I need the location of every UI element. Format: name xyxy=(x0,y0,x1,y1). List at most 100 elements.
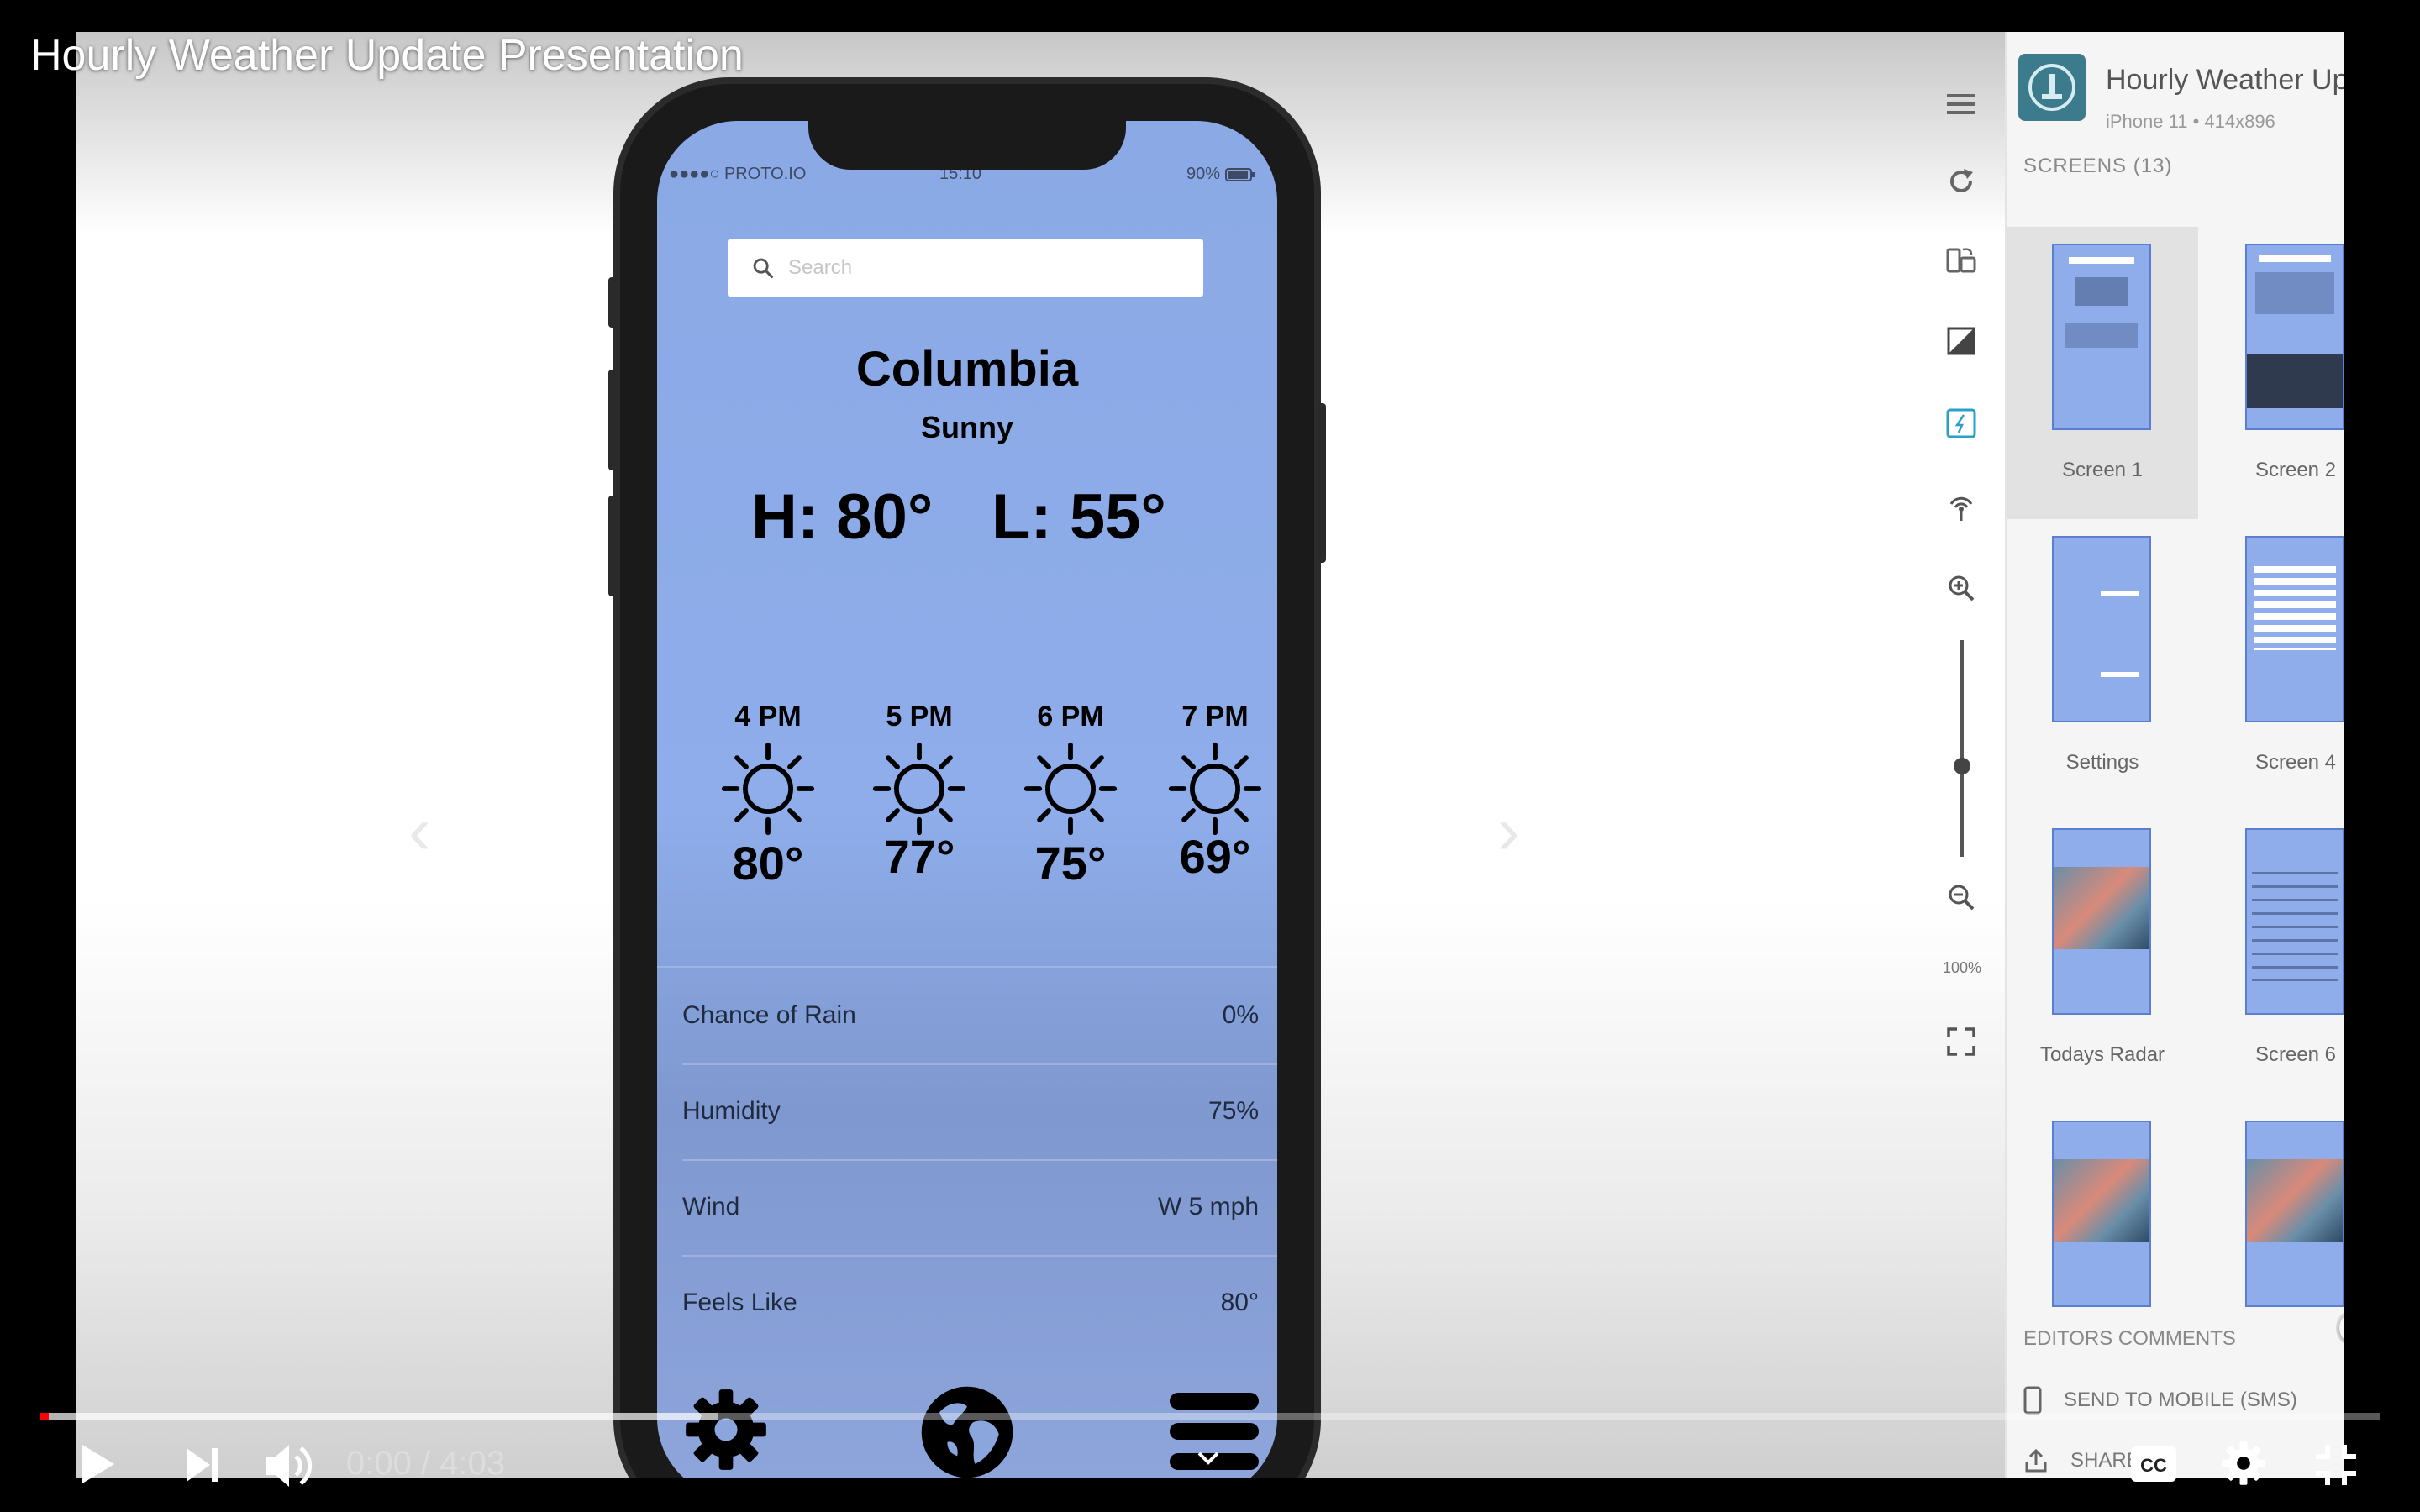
fullscreen-icon[interactable] xyxy=(1939,1020,1983,1063)
share-button[interactable]: SHARE xyxy=(2023,1448,2140,1473)
time-current: 0:00 xyxy=(346,1445,412,1482)
refresh-icon[interactable] xyxy=(1939,160,1983,203)
hour-time: 6 PM xyxy=(1037,701,1104,732)
search-icon xyxy=(753,258,774,279)
chevron-down-icon[interactable] xyxy=(1197,1450,1220,1467)
time-total: 4:03 xyxy=(439,1445,506,1482)
high-temp: H: 80° xyxy=(751,481,934,553)
svg-text:CC: CC xyxy=(2140,1455,2167,1476)
phone-icon xyxy=(2023,1386,2042,1415)
video-stage[interactable]: ‹ › ●●●●○ PROTO.IO 15:10 90% Search Colu… xyxy=(76,32,2344,1478)
phone-frame: ●●●●○ PROTO.IO 15:10 90% Search Columbia… xyxy=(608,84,1326,1478)
screen-label: Todays Radar xyxy=(2039,1043,2165,1066)
thumbnail-image xyxy=(2245,1121,2344,1307)
hour-time: 7 PM xyxy=(1181,701,1249,732)
thumbnail-image xyxy=(2245,244,2344,430)
screen-thumbnail[interactable]: Todays Radar xyxy=(2007,811,2198,1104)
screen-label: Screen 2 xyxy=(2254,459,2337,481)
hourly-forecast-item: 7 PM 69° xyxy=(1156,701,1274,884)
zoom-out-icon[interactable] xyxy=(1939,875,1983,919)
hour-time: 4 PM xyxy=(734,701,802,732)
toggle-knob xyxy=(2339,1312,2344,1344)
hour-temp: 75° xyxy=(1034,837,1107,890)
time-separator: / xyxy=(420,1445,431,1482)
editors-comments-toggle[interactable] xyxy=(2336,1309,2344,1347)
detail-label: Chance of Rain xyxy=(682,1001,856,1029)
detail-label: Feels Like xyxy=(682,1289,797,1316)
next-icon[interactable] xyxy=(185,1446,220,1483)
thumbnail-image xyxy=(2052,828,2151,1015)
play-icon[interactable] xyxy=(79,1441,118,1487)
video-progress-bar[interactable] xyxy=(40,1413,2380,1420)
zoom-level: 100% xyxy=(1942,959,1982,976)
exit-fullscreen-icon[interactable] xyxy=(2314,1443,2358,1487)
editors-comments-label: EDITORS COMMENTS xyxy=(2023,1327,2236,1350)
battery-percent: 90% xyxy=(1186,165,1221,183)
sun-icon xyxy=(1168,742,1262,836)
thumbnail-image xyxy=(2245,828,2344,1015)
phone-notch xyxy=(808,121,1126,170)
next-arrow-icon[interactable]: › xyxy=(1497,792,1520,869)
time-display: 0:00 / 4:03 xyxy=(346,1445,505,1483)
menu-icon[interactable] xyxy=(1939,82,1983,126)
battery-icon xyxy=(1225,167,1255,181)
screen-thumbnail[interactable]: Screen 4 xyxy=(2200,519,2344,811)
low-temp: L: 55° xyxy=(992,481,1166,553)
zoom-in-icon[interactable] xyxy=(1939,566,1983,610)
detail-row-humidity: Humidity 75% xyxy=(657,1063,1277,1159)
screen-thumbnail[interactable]: Screen 2 xyxy=(2200,227,2344,519)
rotate-device-icon[interactable] xyxy=(1939,237,1983,281)
detail-value: 80° xyxy=(1220,1289,1259,1316)
detail-label: Humidity xyxy=(682,1097,781,1125)
screen-thumbnail[interactable]: Screen 6 xyxy=(2200,811,2344,1104)
phone-tab-bar xyxy=(657,1371,1277,1478)
antenna-icon[interactable] xyxy=(1939,486,1983,529)
hourly-forecast-item: 4 PM 80° xyxy=(709,701,827,890)
project-app-icon xyxy=(2018,54,2086,121)
video-title: Hourly Weather Update Presentation xyxy=(30,31,744,80)
detail-value: 75% xyxy=(1207,1097,1259,1125)
detail-row-rain: Chance of Rain 0% xyxy=(657,968,1277,1063)
screen-label: Settings xyxy=(2065,751,2139,774)
hourly-forecast-item: 6 PM 75° xyxy=(1012,701,1129,890)
sun-icon xyxy=(721,742,815,836)
screen-thumbnail[interactable] xyxy=(2007,1104,2198,1314)
weather-condition: Sunny xyxy=(920,410,1013,444)
zoom-slider-track[interactable] xyxy=(1960,640,1964,857)
thumbnail-image xyxy=(2052,244,2151,430)
volume-icon[interactable] xyxy=(264,1441,316,1490)
buffered-bar xyxy=(40,1413,719,1420)
cc-icon[interactable]: CC xyxy=(2129,1445,2178,1483)
search-placeholder: Search xyxy=(788,256,853,279)
gear-icon[interactable] xyxy=(682,1386,770,1473)
screens-grid: Screen 1 Screen 2 Settings Screen 4 Toda… xyxy=(2007,197,2344,1314)
status-carrier: ●●●●○ PROTO.IO xyxy=(669,165,807,183)
prev-arrow-icon[interactable]: ‹ xyxy=(408,792,431,869)
screen-thumbnail[interactable]: Settings xyxy=(2007,519,2198,811)
hour-temp: 77° xyxy=(883,830,955,883)
hotspot-icon[interactable] xyxy=(1939,402,1983,445)
screen-thumbnail[interactable] xyxy=(2200,1104,2344,1314)
globe-icon[interactable] xyxy=(918,1383,1017,1478)
screen-label: Screen 1 xyxy=(2061,459,2144,481)
send-to-mobile-button[interactable]: SEND TO MOBILE (SMS) xyxy=(2023,1386,2297,1415)
phone-screen: ●●●●○ PROTO.IO 15:10 90% Search Columbia… xyxy=(657,121,1277,1478)
screen-thumbnail[interactable]: Screen 1 xyxy=(2007,227,2198,519)
detail-row-feels-like: Feels Like 80° xyxy=(657,1255,1277,1351)
screen-label: Screen 6 xyxy=(2254,1043,2337,1066)
screens-count-label: SCREENS (13) xyxy=(2023,155,2173,177)
project-subtitle: iPhone 11 • 414x896 xyxy=(2106,111,2275,132)
prototype-toolbar: 100% xyxy=(1924,66,2000,1107)
detail-row-wind: Wind W 5 mph xyxy=(657,1159,1277,1255)
played-bar xyxy=(40,1413,49,1420)
weather-details-list: Chance of Rain 0% Humidity 75% Wind W 5 … xyxy=(657,966,1277,1351)
share-icon xyxy=(2025,1448,2047,1473)
thumbnail-image xyxy=(2052,536,2151,722)
sun-icon xyxy=(1023,742,1118,836)
thumbnail-image xyxy=(2245,536,2344,722)
zoom-slider-handle[interactable] xyxy=(1954,758,1970,774)
search-field[interactable]: Search xyxy=(728,239,1203,297)
screens-panel: Hourly Weather Update ... iPhone 11 • 41… xyxy=(2005,32,2344,1478)
settings-gear-icon[interactable] xyxy=(2220,1440,2267,1487)
contrast-icon[interactable] xyxy=(1939,319,1983,363)
